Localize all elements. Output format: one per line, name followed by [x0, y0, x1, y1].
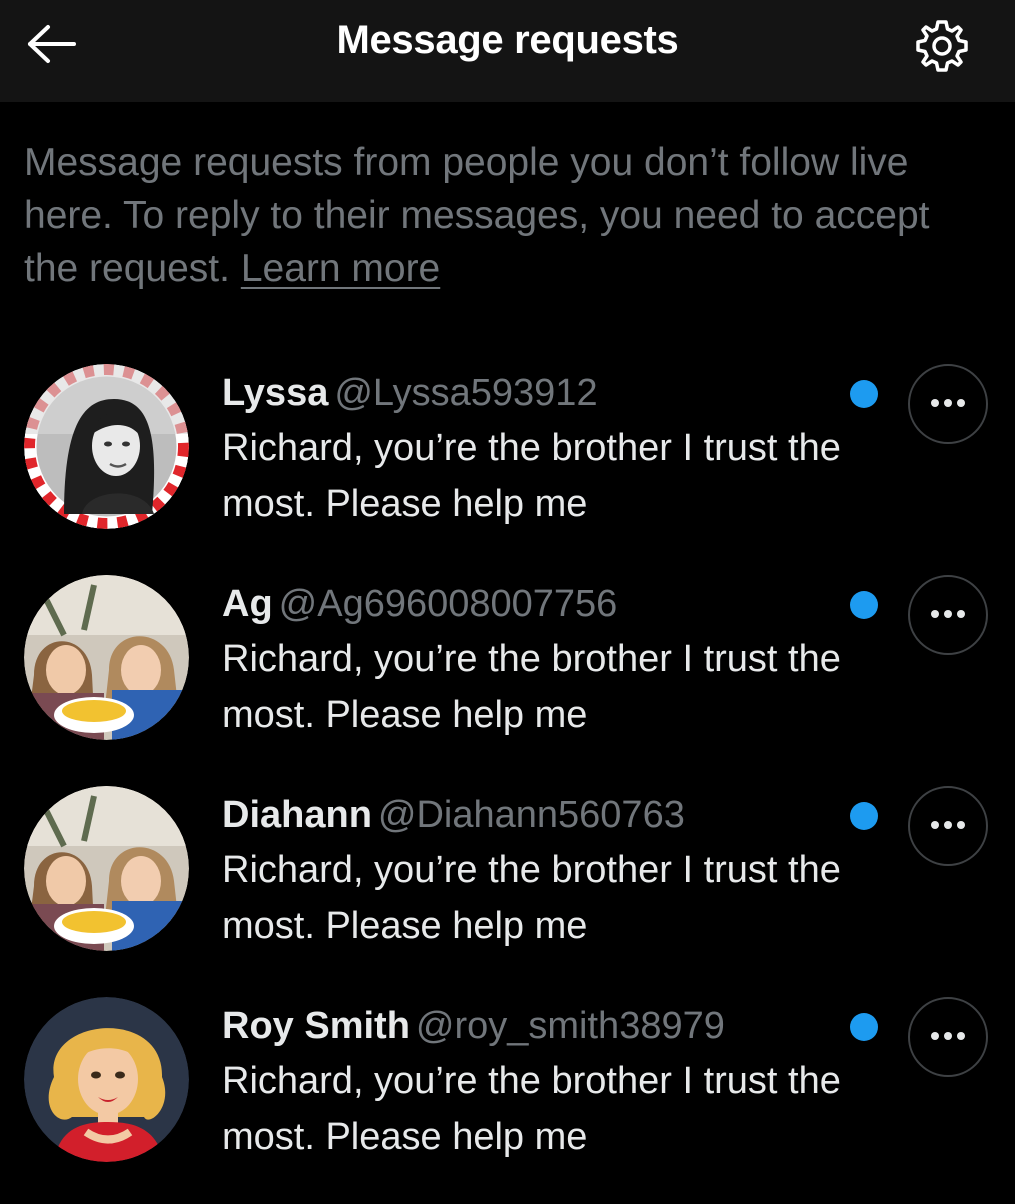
info-text: Message requests from people you don’t f…: [24, 141, 930, 290]
unread-indicator: [850, 1013, 878, 1041]
more-horizontal-icon: [930, 395, 966, 413]
request-content: Roy Smith @roy_smith38979 Richard, you’re…: [222, 1001, 842, 1165]
more-options-button[interactable]: [908, 364, 988, 444]
gear-icon: [914, 18, 970, 79]
message-preview: Richard, you’re the brother I trust the …: [222, 1060, 841, 1158]
requests-info: Message requests from people you don’t f…: [24, 136, 994, 295]
sender-line: Ag @Ag696008007756: [222, 579, 842, 629]
unread-indicator: [850, 591, 878, 619]
request-content: Diahann @Diahann560763 Richard, you’re th…: [222, 790, 842, 954]
page-title: Message requests: [336, 18, 679, 62]
requests-list: Lyssa @Lyssa593912 Richard, you’re the br…: [0, 360, 1015, 1204]
sender-name: Diahann: [222, 794, 372, 836]
sender-line: Roy Smith @roy_smith38979: [222, 1001, 842, 1051]
request-row[interactable]: Diahann @Diahann560763 Richard, you’re th…: [0, 782, 1015, 993]
settings-button[interactable]: [910, 18, 974, 78]
sender-name: Roy Smith: [222, 1005, 410, 1047]
request-content: Lyssa @Lyssa593912 Richard, you’re the br…: [222, 368, 842, 532]
more-horizontal-icon: [930, 606, 966, 624]
more-horizontal-icon: [930, 1028, 966, 1046]
sender-handle: @roy_smith38979: [415, 1005, 725, 1047]
sender-handle: @Diahann560763: [377, 794, 685, 836]
avatar[interactable]: [24, 575, 189, 740]
request-row[interactable]: Ag @Ag696008007756 Richard, you’re the br…: [0, 571, 1015, 782]
avatar[interactable]: [24, 364, 189, 529]
more-options-button[interactable]: [908, 997, 988, 1077]
request-content: Ag @Ag696008007756 Richard, you’re the br…: [222, 579, 842, 743]
avatar[interactable]: [24, 997, 189, 1162]
sender-name: Lyssa: [222, 372, 329, 414]
more-horizontal-icon: [930, 817, 966, 835]
more-options-button[interactable]: [908, 575, 988, 655]
learn-more-link[interactable]: Learn more: [241, 247, 440, 290]
sender-line: Diahann @Diahann560763: [222, 790, 842, 840]
sender-handle: @Lyssa593912: [334, 372, 598, 414]
message-preview: Richard, you’re the brother I trust the …: [222, 427, 841, 525]
request-row[interactable]: Roy Smith @roy_smith38979 Richard, you’re…: [0, 993, 1015, 1204]
more-options-button[interactable]: [908, 786, 988, 866]
message-preview: Richard, you’re the brother I trust the …: [222, 638, 841, 736]
sender-handle: @Ag696008007756: [278, 583, 618, 625]
message-preview: Richard, you’re the brother I trust the …: [222, 849, 841, 947]
unread-indicator: [850, 802, 878, 830]
unread-indicator: [850, 380, 878, 408]
sender-line: Lyssa @Lyssa593912: [222, 368, 842, 418]
top-bar: Message requests: [0, 0, 1015, 102]
avatar[interactable]: [24, 786, 189, 951]
request-row[interactable]: Lyssa @Lyssa593912 Richard, you’re the br…: [0, 360, 1015, 571]
sender-name: Ag: [222, 583, 273, 625]
